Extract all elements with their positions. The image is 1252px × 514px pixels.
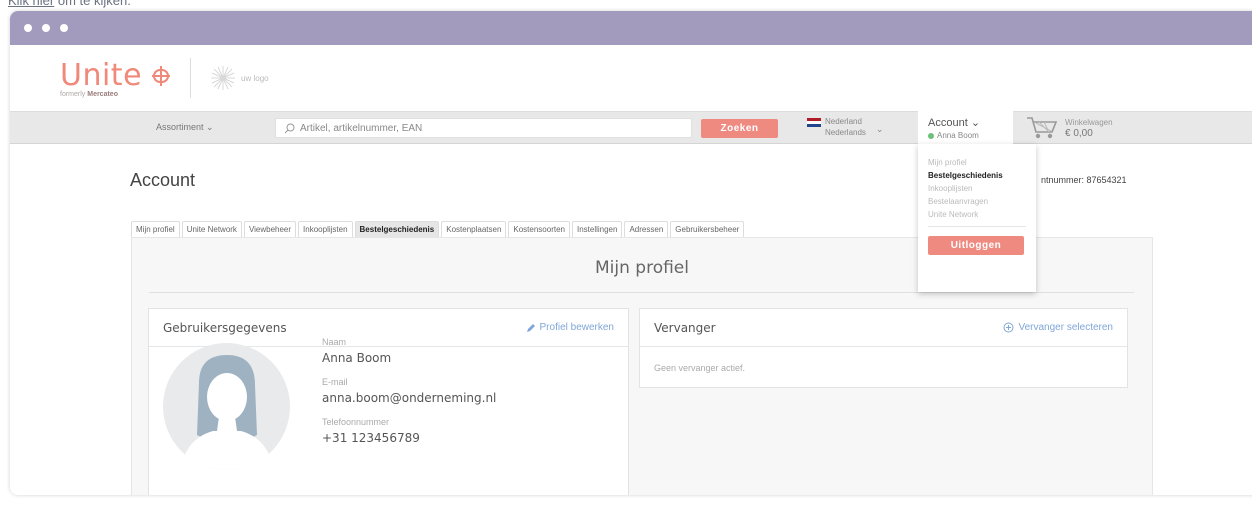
unite-logo-icon (152, 65, 171, 86)
tab-kostensoorten[interactable]: Kostensoorten (508, 221, 570, 238)
user-avatar-icon (163, 343, 290, 470)
browser-window: Unite formerly Mercateo uw logo Assortim… (10, 11, 1252, 495)
field-value-email: anna.boom@onderneming.nl (322, 391, 497, 405)
window-titlebar (10, 11, 1252, 45)
substitute-empty-text: Geen vervanger actief. (654, 363, 746, 373)
section-divider (149, 292, 1134, 293)
cart-button[interactable]: Winkelwagen € 0,00 (1025, 115, 1113, 141)
window-dot-maximize[interactable] (60, 24, 68, 32)
tab-adressen[interactable]: Adressen (624, 221, 669, 238)
field-label-phone: Telefoonnummer (322, 417, 390, 427)
tab-gebruikersbeheer[interactable]: Gebruikersbeheer (670, 221, 745, 238)
partner-logo: uw logo (209, 64, 269, 92)
search-box (275, 118, 692, 138)
menu-item-inkooplijsten[interactable]: Inkooplijsten (928, 182, 1026, 195)
partner-logo-text: uw logo (241, 73, 269, 83)
partner-logo-icon (211, 66, 236, 90)
chevron-down-icon: ⌄ (875, 124, 884, 134)
field-label-email: E-mail (322, 377, 348, 387)
menu-item-mijn-profiel[interactable]: Mijn profiel (928, 156, 1026, 169)
brand-name: Unite (60, 58, 143, 93)
window-dot-minimize[interactable] (42, 24, 50, 32)
tab-kostenplaatsen[interactable]: Kostenplaatsen (441, 221, 507, 238)
menu-item-unite-network[interactable]: Unite Network (928, 208, 1026, 221)
tab-instellingen[interactable]: Instellingen (571, 221, 623, 238)
chevron-down-icon: ⌄ (206, 122, 214, 132)
brand-formerly: formerly Mercateo (60, 91, 118, 98)
cart-total: € 0,00 (1065, 128, 1093, 139)
tab-bestelgeschiedenis[interactable]: Bestelgeschiedenis (354, 221, 440, 238)
brand-divider (190, 58, 192, 98)
cart-icon (1027, 117, 1058, 139)
user-card-title: Gebruikersgegevens (163, 320, 287, 335)
account-content: Account ntnummer: 87654321 Mijn profiel … (10, 144, 1252, 495)
language-selector[interactable]: Nederland Nederlands ⌄ (807, 116, 883, 138)
unite-logo[interactable]: Unite formerly Mercateo (60, 58, 172, 98)
pencil-icon (526, 323, 535, 332)
window-dot-close[interactable] (24, 24, 32, 32)
account-user: Anna Boom (937, 131, 979, 140)
netherlands-flag-icon (807, 118, 821, 127)
chevron-down-icon: ⌄ (970, 117, 981, 129)
account-label: Account (928, 117, 968, 129)
top-caption: Klik hier om te kijken. (8, 0, 131, 8)
user-details-card: Gebruikersgegevens Profiel bewerken Naam… (148, 308, 629, 495)
menu-divider (928, 226, 1026, 227)
caption-text: om te kijken. (54, 0, 131, 8)
account-tabs: Mijn profiel Unite Network Viewbeheer In… (131, 221, 745, 238)
assortment-menu[interactable]: Assortiment ⌄ (156, 122, 214, 133)
customer-number: ntnummer: 87654321 (1041, 175, 1127, 185)
page-title: Account (130, 170, 196, 190)
field-label-name: Naam (322, 337, 347, 347)
edit-profile-link[interactable]: Profiel bewerken (526, 322, 614, 333)
menu-item-bestelgeschiedenis[interactable]: Bestelgeschiedenis (928, 169, 1026, 182)
brand-bar: Unite formerly Mercateo uw logo (10, 45, 1252, 111)
tab-mijn-profiel[interactable]: Mijn profiel (131, 221, 180, 238)
online-status-icon (928, 132, 934, 139)
field-value-phone: +31 123456789 (322, 431, 420, 445)
language-label: Nederlands (825, 128, 866, 137)
logout-button[interactable]: Uitloggen (928, 236, 1024, 255)
substitute-card: Vervanger Vervanger selecteren Geen verv… (639, 308, 1128, 388)
main-navbar: Assortiment ⌄ Zoeken Nederland Nederlands… (10, 111, 1252, 145)
country-label: Nederland (825, 117, 862, 126)
field-value-name: Anna Boom (322, 351, 392, 365)
account-dropdown-menu: Mijn profiel Bestelgeschiedenis Inkoopli… (918, 144, 1036, 292)
search-input[interactable] (300, 122, 680, 134)
search-button[interactable]: Zoeken (701, 119, 778, 138)
cart-label: Winkelwagen (1065, 118, 1113, 127)
tab-viewbeheer[interactable]: Viewbeheer (243, 221, 297, 238)
plus-circle-icon (1003, 322, 1014, 333)
account-menu-toggle[interactable]: Account ⌄ Anna Boom (918, 111, 1013, 145)
menu-item-bestelaanvragen[interactable]: Bestelaanvragen (928, 195, 1026, 208)
substitute-card-title: Vervanger (654, 320, 716, 335)
caption-link[interactable]: Klik hier (8, 0, 54, 8)
tab-inkooplijsten[interactable]: Inkooplijsten (298, 221, 353, 238)
search-icon (284, 123, 295, 133)
select-substitute-link[interactable]: Vervanger selecteren (1003, 322, 1113, 333)
tab-unite-network[interactable]: Unite Network (181, 221, 242, 238)
